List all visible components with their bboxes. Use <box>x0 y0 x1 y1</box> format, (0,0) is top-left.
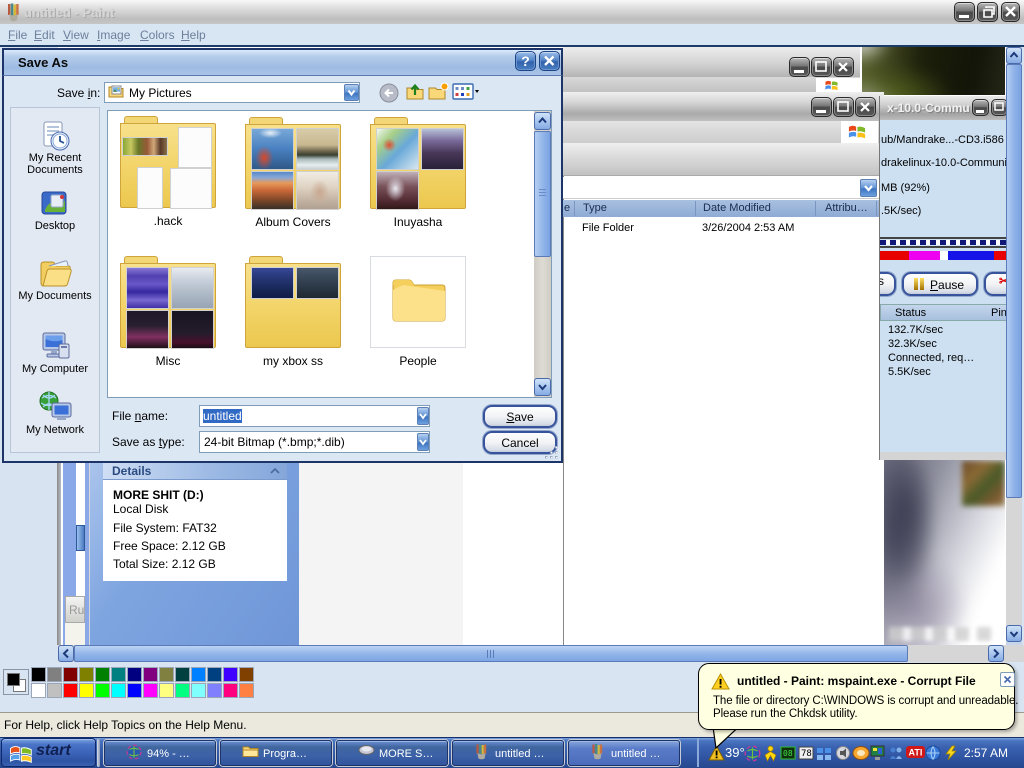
svg-text:ATI: ATI <box>909 748 923 758</box>
svg-text:78: 78 <box>801 749 812 759</box>
svg-text:08: 08 <box>783 749 793 758</box>
